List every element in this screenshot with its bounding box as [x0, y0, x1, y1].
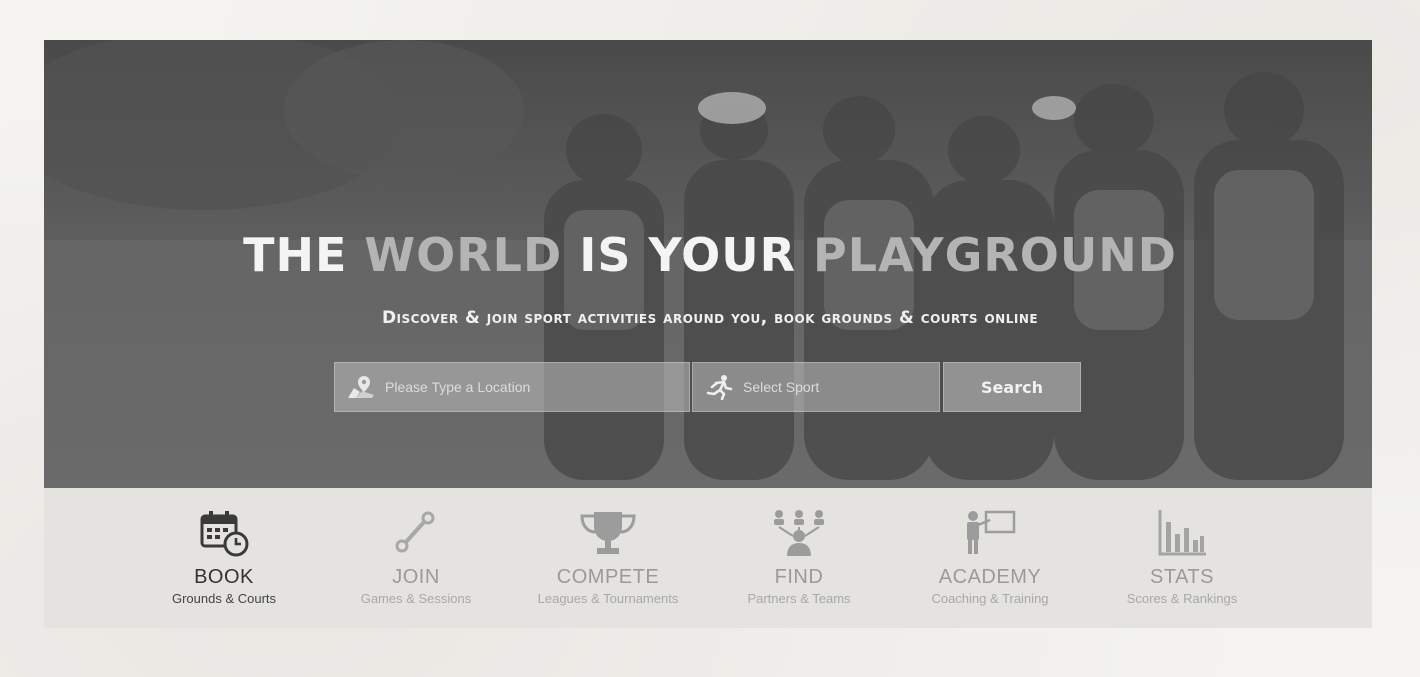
feature-join[interactable]: JOIN Games & Sessions [316, 506, 516, 606]
feature-compete-title: COMPETE [556, 566, 660, 588]
hero-subline: Discover & join sport activities around … [381, 308, 1039, 328]
map-pin-icon [345, 373, 377, 401]
feature-stats[interactable]: STATS Scores & Rankings [1082, 506, 1282, 606]
teacher-board-icon [967, 510, 1016, 554]
headline-part-is-your: IS YOUR [579, 228, 814, 282]
headline-part-the: THE [243, 228, 365, 282]
bar-chart-icon [1158, 510, 1206, 556]
hero-banner: THE WORLD IS YOUR PLAYGROUND Discover & … [44, 40, 1372, 488]
features-strip: BOOK Grounds & Courts JOIN Games & Sessi… [44, 488, 1372, 628]
feature-book[interactable]: BOOK Grounds & Courts [124, 506, 324, 606]
location-placeholder: Please Type a Location [385, 379, 531, 395]
hero-headline: THE WORLD IS YOUR PLAYGROUND [44, 228, 1372, 282]
headline-part-world: WORLD [364, 228, 580, 282]
people-network-icon [774, 510, 824, 556]
feature-academy-title: ACADEMY [938, 566, 1042, 588]
feature-stats-caption: Scores & Rankings [1126, 591, 1238, 606]
feature-compete[interactable]: COMPETE Leagues & Tournaments [508, 506, 708, 606]
link-icon [395, 511, 435, 553]
feature-find-title: FIND [774, 566, 824, 588]
calendar-clock-icon [200, 511, 249, 557]
search-button[interactable]: Search [943, 362, 1081, 412]
feature-compete-caption: Leagues & Tournaments [537, 591, 679, 606]
runner-icon [703, 373, 735, 401]
feature-book-caption: Grounds & Courts [171, 591, 277, 606]
sport-placeholder: Select Sport [743, 379, 820, 395]
feature-stats-title: STATS [1150, 566, 1214, 588]
feature-join-title: JOIN [392, 566, 440, 588]
feature-find[interactable]: FIND Partners & Teams [699, 506, 899, 606]
feature-join-caption: Games & Sessions [360, 591, 472, 606]
feature-academy-caption: Coaching & Training [931, 591, 1049, 606]
sport-select[interactable]: Select Sport [692, 362, 940, 412]
search-bar: Please Type a Location Select Sport Sear… [334, 362, 1081, 414]
trophy-icon [580, 512, 636, 554]
feature-academy[interactable]: ACADEMY Coaching & Training [890, 506, 1090, 606]
headline-part-playground: PLAYGROUND [813, 228, 1177, 282]
feature-book-title: BOOK [194, 566, 254, 588]
location-input[interactable]: Please Type a Location [334, 362, 690, 412]
feature-find-caption: Partners & Teams [747, 591, 851, 606]
